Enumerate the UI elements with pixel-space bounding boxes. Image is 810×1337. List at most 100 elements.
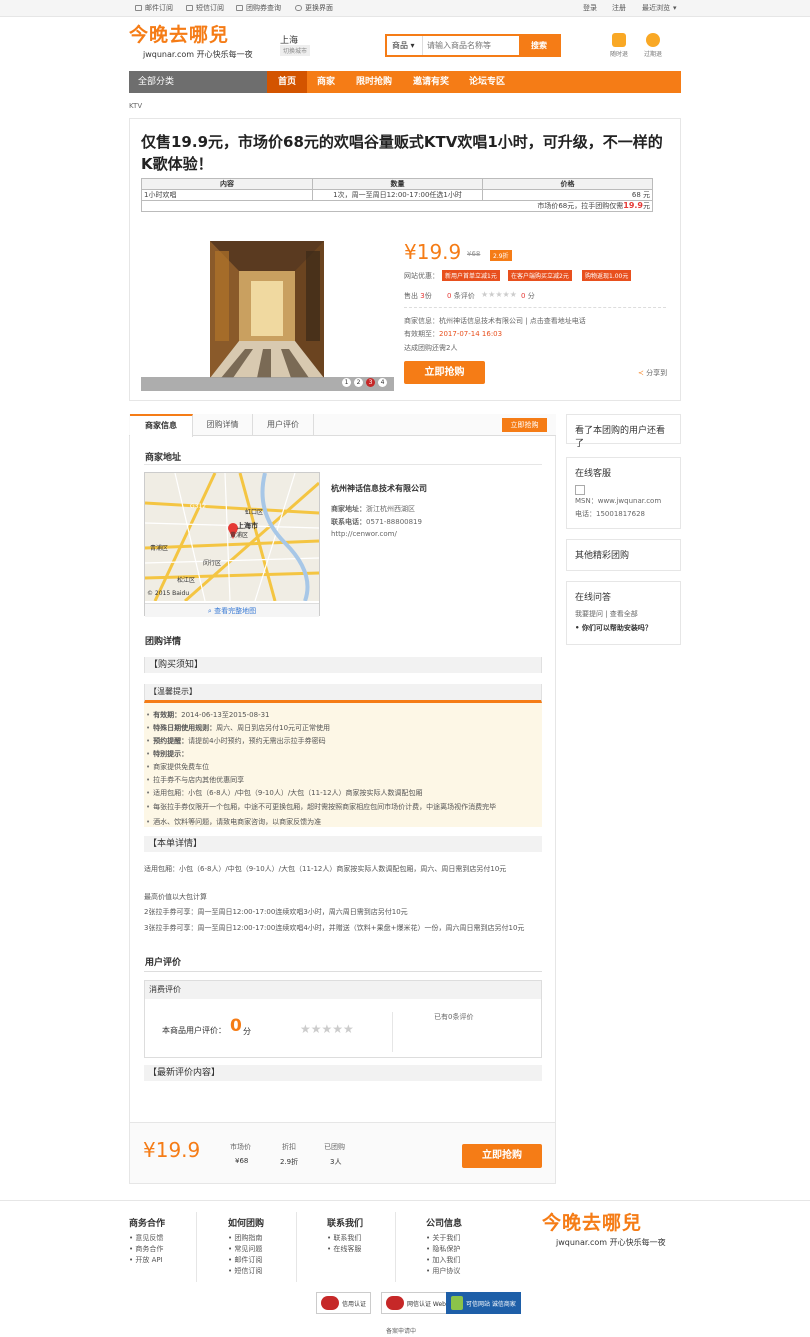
- deal-content-table: 内容 数量 价格 1小时欢唱 1次，周一至周日12:00-17:00任选1小时 68 元…: [141, 178, 653, 212]
- merchant-url[interactable]: http://cenwor.com/: [331, 530, 397, 538]
- tab-buy-button[interactable]: 立即抢购: [502, 418, 547, 432]
- divider: [144, 971, 542, 972]
- tip-item: 酒水、饮料等问题，请致电商家咨询，以商家反馈为准: [146, 817, 321, 827]
- ktv-corridor-photo: [141, 241, 394, 391]
- search-input[interactable]: [427, 36, 517, 55]
- table-row: 1小时欢唱 1次，周一至周日12:00-17:00任选1小时 68 元: [141, 189, 653, 201]
- footer-link[interactable]: 商务合作: [129, 1244, 163, 1254]
- mail-subscribe-link[interactable]: 邮件订阅: [135, 3, 173, 13]
- tab-merchant-info[interactable]: 商家信息: [130, 414, 193, 437]
- slide-dot-active[interactable]: 3: [366, 378, 375, 387]
- sms-subscribe-link[interactable]: 短信订阅: [186, 3, 224, 13]
- tab-user-reviews[interactable]: 用户评价: [253, 414, 314, 436]
- footer-link[interactable]: 开放 API: [129, 1255, 162, 1265]
- slide-dot[interactable]: 4: [378, 378, 387, 387]
- map-label: G312: [190, 503, 206, 510]
- review-unit: 分: [243, 1027, 251, 1036]
- share-button[interactable]: ≺ 分享到: [638, 368, 667, 378]
- map-label: 青浦区: [150, 544, 168, 552]
- merchant-address: 商家地址：浙江杭州西湖区: [331, 505, 415, 513]
- alarm-clock-icon: [646, 33, 660, 47]
- tip-item: 拉手券不与店内其他优惠同享: [146, 775, 244, 785]
- slide-dot[interactable]: 1: [342, 378, 351, 387]
- deal-price: ¥19.9: [404, 240, 462, 264]
- map-label: 松江区: [177, 576, 195, 584]
- original-price: ¥68: [467, 250, 481, 258]
- footer-link[interactable]: 意见反馈: [129, 1233, 163, 1243]
- bottom-buy-button[interactable]: 立即抢购: [462, 1144, 542, 1168]
- footer-link[interactable]: 短信订阅: [228, 1266, 262, 1276]
- buy-notice-header: 【购买须知】: [144, 657, 542, 673]
- buy-now-button[interactable]: 立即抢购: [404, 361, 485, 384]
- map-label: 黄浦区: [230, 531, 248, 539]
- table-header: 内容: [141, 178, 313, 190]
- bottom-col-value: ¥68: [235, 1157, 249, 1165]
- merchant-map[interactable]: 虹口区 上海市 黄浦区 青浦区 闵行区 松江区 G312 © 2015 Baid…: [144, 472, 320, 617]
- side-other-deals: 其他精彩团购: [566, 539, 681, 571]
- tab-deal-details[interactable]: 团购详情: [193, 414, 253, 436]
- footer-col-title: 联系我们: [327, 1219, 364, 1229]
- footer-link[interactable]: 关于我们: [426, 1233, 460, 1243]
- credit-badge[interactable]: 信用认证: [316, 1292, 372, 1314]
- rating-score: 0 分: [521, 292, 535, 300]
- deal-title: 仅售19.9元，市场价68元的欢唱谷量贩式KTV欢唱1小时，可升级，不一样的K歌…: [141, 133, 663, 173]
- footer-link[interactable]: 邮件订阅: [228, 1255, 262, 1265]
- qa-links[interactable]: 我要提问 | 查看全部: [575, 609, 672, 619]
- shield-icon: [451, 1296, 463, 1310]
- qa-item[interactable]: • 你们可以帮助安装吗？: [575, 623, 672, 633]
- bottom-col-label: 折扣: [282, 1143, 296, 1151]
- switch-city-link[interactable]: 切换城市: [280, 45, 311, 56]
- map-label: 上海市: [237, 521, 258, 530]
- main-nav: 全部分类 首页 商家 限时抢购 邀请有奖 论坛专区: [129, 71, 681, 93]
- mail-icon: [135, 5, 142, 11]
- footer-link[interactable]: 团购指南: [228, 1233, 262, 1243]
- promo-tag: 在客户端购买立减2元: [508, 270, 572, 281]
- footer-link[interactable]: 加入我们: [426, 1255, 460, 1265]
- tip-item: 商家提供免费车位: [146, 762, 209, 772]
- site-logo[interactable]: 今晚去哪兒: [129, 20, 229, 47]
- search-box: 商品 ▾ 搜索: [385, 34, 561, 57]
- search-category-select[interactable]: 商品 ▾: [387, 36, 423, 55]
- nav-item-invite[interactable]: 邀请有奖: [403, 71, 459, 93]
- promo-tag: 新用户首单立减1元: [442, 270, 500, 281]
- side-also-viewed: 看了本团购的用户还看了: [566, 414, 681, 449]
- review-count[interactable]: 0 条评价: [447, 291, 475, 301]
- footer-link[interactable]: 在线客服: [327, 1244, 361, 1254]
- table-summary-row: 市场价68元，拉手团购仅需19.9元: [141, 200, 653, 212]
- divider: [404, 307, 666, 308]
- discount-badge: 2.9折: [490, 250, 512, 261]
- map-label: 虹口区: [245, 508, 263, 516]
- change-skin-link[interactable]: 更换界面: [295, 3, 333, 13]
- merchant-info[interactable]: 商家信息：杭州神话信息技术有限公司 | 点击查看地址电话: [404, 316, 586, 326]
- nav-item-merchant[interactable]: 商家: [307, 71, 345, 93]
- slide-dot[interactable]: 2: [354, 378, 363, 387]
- nav-item-flash-sale[interactable]: 限时抢购: [345, 71, 403, 93]
- breadcrumb[interactable]: KTV: [129, 102, 142, 110]
- nav-item-forum[interactable]: 论坛专区: [459, 71, 515, 93]
- footer-col-title: 如何团购: [228, 1219, 265, 1229]
- footer-link[interactable]: 隐私保护: [426, 1244, 460, 1254]
- map-copyright: © 2015 Baidu: [147, 590, 189, 597]
- nav-item-home[interactable]: 首页: [267, 71, 307, 93]
- login-link[interactable]: 登录: [583, 3, 597, 13]
- top-bar: 邮件订阅 短信订阅 团购券查询 更换界面 登录 注册 最近浏览 ▾: [0, 0, 810, 17]
- trusted-site-badge[interactable]: 可信网站 诚信商家: [446, 1292, 521, 1314]
- reach-note: 达成团购还需2人: [404, 344, 458, 352]
- coupon-query-link[interactable]: 团购券查询: [236, 3, 281, 13]
- search-button[interactable]: 搜索: [519, 36, 559, 55]
- footer-col-title: 公司信息: [426, 1219, 463, 1229]
- magnifier-icon: ⌕: [207, 607, 212, 615]
- register-link[interactable]: 注册: [612, 3, 626, 13]
- footer-link[interactable]: 联系我们: [327, 1233, 361, 1243]
- all-categories-menu[interactable]: 全部分类: [129, 71, 267, 93]
- map-label: 闵行区: [203, 559, 221, 567]
- view-full-map-link[interactable]: ⌕ 查看完整地图: [145, 603, 319, 617]
- bill-line: 3张拉手券可享：周一至周日12:00-17:00连续欢唱4小时，并赠送（饮料+果…: [144, 924, 525, 932]
- bill-line: 最高价值以大包计算: [144, 893, 207, 901]
- bill-header: 【本单详情】: [144, 836, 542, 852]
- footer-link[interactable]: 常见问题: [228, 1244, 262, 1254]
- footer-link[interactable]: 用户协议: [426, 1266, 460, 1276]
- recent-browse-dropdown[interactable]: 最近浏览 ▾: [642, 3, 677, 13]
- section-merchant-address: 商家地址: [145, 453, 182, 463]
- divider: [395, 1212, 396, 1282]
